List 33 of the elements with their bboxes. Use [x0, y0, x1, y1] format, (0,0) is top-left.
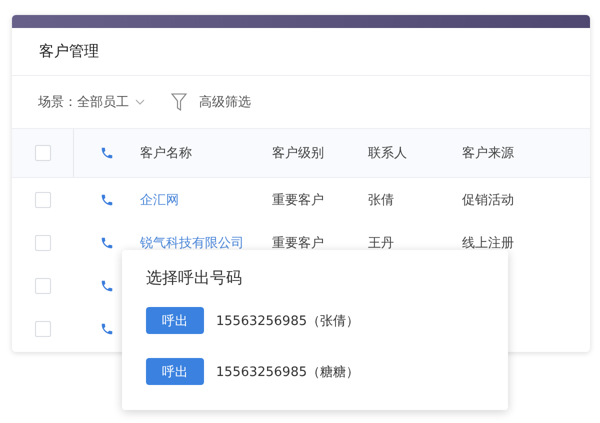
checkbox[interactable]: [35, 320, 51, 336]
phone-icon[interactable]: [100, 278, 114, 292]
popup-title: 选择呼出号码: [146, 268, 243, 289]
filter-icon[interactable]: [171, 93, 187, 111]
phone-icon[interactable]: [100, 322, 114, 336]
column-header: 客户来源: [462, 145, 515, 162]
customer-name-link[interactable]: 企汇网: [140, 192, 179, 208]
page-title: 客户管理: [12, 28, 590, 76]
table-cell: 线上注册: [462, 236, 514, 250]
table-cell: 张倩: [368, 192, 394, 208]
phone-number: 15563256985（糖糖）: [216, 364, 359, 380]
column-header: 联系人: [368, 145, 408, 162]
phone-icon[interactable]: [100, 146, 114, 160]
checkbox[interactable]: [35, 278, 51, 294]
customer-name-link[interactable]: 锐气科技有限公司: [140, 236, 244, 250]
phone-icon[interactable]: [100, 192, 114, 206]
column-header: 客户名称: [140, 145, 193, 162]
call-button[interactable]: 呼出: [146, 358, 204, 385]
table-cell: 王丹: [368, 236, 394, 250]
call-button[interactable]: 呼出: [146, 307, 204, 334]
table-cell: 促销活动: [462, 192, 514, 208]
phone-icon[interactable]: [100, 236, 114, 250]
chevron-down-icon: [135, 99, 145, 105]
checkbox[interactable]: [35, 192, 51, 208]
column-header: 客户级别: [272, 145, 325, 162]
checkbox[interactable]: [35, 234, 51, 250]
checkbox[interactable]: [34, 145, 50, 161]
advanced-filter-link[interactable]: 高级筛选: [199, 93, 251, 111]
table-cell: 重要客户: [272, 236, 324, 250]
scene-label: 场景：: [38, 94, 77, 111]
table-cell: 重要客户: [272, 192, 324, 208]
scene-dropdown[interactable]: 全部员工: [77, 93, 145, 111]
phone-number: 15563256985（张倩）: [216, 312, 359, 330]
